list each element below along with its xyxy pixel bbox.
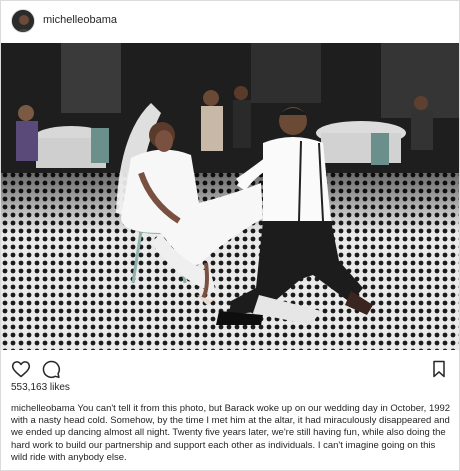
post-username[interactable]: michelleobama bbox=[43, 14, 117, 26]
wedding-photo[interactable] bbox=[1, 43, 459, 350]
caption-text: You can't tell it from this photo, but B… bbox=[11, 403, 451, 463]
bookmark-icon[interactable] bbox=[429, 359, 449, 379]
caption-username[interactable]: michelleobama bbox=[11, 403, 75, 414]
instagram-post: michelleobama 553,163 likes michelleobam… bbox=[0, 0, 460, 471]
comment-icon[interactable] bbox=[41, 359, 61, 379]
post-actions bbox=[1, 355, 459, 381]
avatar[interactable] bbox=[11, 9, 35, 33]
post-header: michelleobama bbox=[1, 1, 459, 43]
heart-icon[interactable] bbox=[11, 359, 31, 379]
like-count[interactable]: 553,163 likes bbox=[11, 382, 70, 393]
post-caption: michelleobama You can't tell it from thi… bbox=[11, 403, 451, 464]
